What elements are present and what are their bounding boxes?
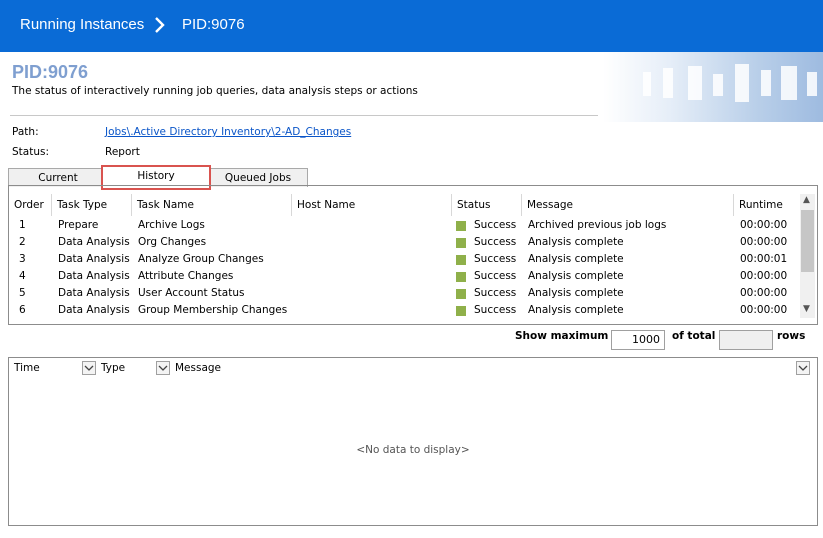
cell-message: Analysis complete <box>528 253 624 265</box>
type-filter-dropdown-icon[interactable] <box>156 361 170 375</box>
cell-order: 6 <box>19 304 26 316</box>
column-header-status[interactable]: Status <box>452 194 522 216</box>
task-history-table: Order Task Type Task Name Host Name Stat… <box>8 185 818 325</box>
status-label: Status: <box>12 146 49 158</box>
message-filter-dropdown-icon[interactable] <box>796 361 810 375</box>
cell-task-name: Analyze Group Changes <box>138 253 264 265</box>
cell-runtime: 00:00:00 <box>740 219 788 231</box>
chevron-right-icon <box>155 17 165 33</box>
table-row[interactable]: 4 Data Analysis Attribute Changes Succes… <box>9 268 795 285</box>
page-subtitle: The status of interactively running job … <box>12 85 418 97</box>
header-divider <box>10 115 598 116</box>
cell-task-name: Group Membership Changes <box>138 304 288 316</box>
cell-message: Analysis complete <box>528 236 624 248</box>
path-link[interactable]: Jobs\.Active Directory Inventory\2-AD_Ch… <box>105 126 351 138</box>
cell-task-type: Prepare <box>58 219 99 231</box>
header-banner-graphic <box>603 52 823 122</box>
cell-status: Success <box>474 304 517 316</box>
table-header: Order Task Type Task Name Host Name Stat… <box>9 194 795 216</box>
log-column-message[interactable]: Message <box>175 362 221 374</box>
cell-order: 2 <box>19 236 26 248</box>
log-panel: Time Type Message <No data to display> <box>8 357 818 526</box>
cell-message: Archived previous job logs <box>528 219 667 231</box>
cell-task-type: Data Analysis <box>58 253 130 265</box>
status-success-icon <box>456 272 466 282</box>
status-success-icon <box>456 255 466 265</box>
time-filter-dropdown-icon[interactable] <box>82 361 96 375</box>
breadcrumb-current-pid: PID:9076 <box>182 16 245 33</box>
cell-order: 1 <box>19 219 26 231</box>
rows-label: rows <box>777 330 806 342</box>
log-column-time[interactable]: Time <box>14 362 40 374</box>
cell-status: Success <box>474 253 517 265</box>
scroll-up-arrow-icon[interactable]: ▲ <box>803 195 810 205</box>
cell-order: 4 <box>19 270 26 282</box>
breadcrumb-running-instances[interactable]: Running Instances <box>20 16 144 33</box>
cell-runtime: 00:00:00 <box>740 304 788 316</box>
cell-task-type: Data Analysis <box>58 304 130 316</box>
table-row[interactable]: 3 Data Analysis Analyze Group Changes Su… <box>9 251 795 268</box>
cell-status: Success <box>474 236 517 248</box>
column-header-message[interactable]: Message <box>522 194 734 216</box>
status-success-icon <box>456 238 466 248</box>
cell-status: Success <box>474 219 517 231</box>
cell-task-type: Data Analysis <box>58 287 130 299</box>
cell-task-name: Attribute Changes <box>138 270 234 282</box>
cell-message: Analysis complete <box>528 287 624 299</box>
status-success-icon <box>456 306 466 316</box>
column-header-order[interactable]: Order <box>9 194 52 216</box>
scroll-down-arrow-icon[interactable]: ▼ <box>803 304 810 314</box>
cell-message: Analysis complete <box>528 270 624 282</box>
cell-task-name: User Account Status <box>138 287 245 299</box>
cell-status: Success <box>474 270 517 282</box>
status-success-icon <box>456 221 466 231</box>
cell-task-type: Data Analysis <box>58 236 130 248</box>
cell-task-name: Archive Logs <box>138 219 205 231</box>
max-rows-input[interactable]: 1000 <box>611 330 665 350</box>
page-title: PID:9076 <box>12 62 89 82</box>
cell-task-type: Data Analysis <box>58 270 130 282</box>
log-column-type[interactable]: Type <box>101 362 125 374</box>
title-bar: Running Instances PID:9076 <box>0 0 823 52</box>
table-row[interactable]: 6 Data Analysis Group Membership Changes… <box>9 302 795 319</box>
path-label: Path: <box>12 126 39 138</box>
table-row[interactable]: 5 Data Analysis User Account Status Succ… <box>9 285 795 302</box>
status-value: Report <box>105 146 140 158</box>
status-success-icon <box>456 289 466 299</box>
column-header-task-type[interactable]: Task Type <box>52 194 132 216</box>
cell-order: 5 <box>19 287 26 299</box>
cell-runtime: 00:00:00 <box>740 287 788 299</box>
column-header-task-name[interactable]: Task Name <box>132 194 292 216</box>
cell-status: Success <box>474 287 517 299</box>
no-data-message: <No data to display> <box>356 444 470 456</box>
cell-runtime: 00:00:00 <box>740 236 788 248</box>
scrollbar-thumb[interactable] <box>801 210 814 272</box>
cell-order: 3 <box>19 253 26 265</box>
cell-message: Analysis complete <box>528 304 624 316</box>
table-row[interactable]: 1 Prepare Archive Logs Success Archived … <box>9 217 795 234</box>
table-row[interactable]: 2 Data Analysis Org Changes Success Anal… <box>9 234 795 251</box>
cell-runtime: 00:00:01 <box>740 253 788 265</box>
column-header-host-name[interactable]: Host Name <box>292 194 452 216</box>
cell-task-name: Org Changes <box>138 236 207 248</box>
of-total-label: of total <box>672 330 716 342</box>
show-maximum-label: Show maximum <box>515 330 609 342</box>
column-header-runtime[interactable]: Runtime <box>734 194 795 216</box>
total-rows-field <box>719 330 773 350</box>
cell-runtime: 00:00:00 <box>740 270 788 282</box>
table-vertical-scrollbar[interactable]: ▲ ▼ <box>800 194 815 318</box>
